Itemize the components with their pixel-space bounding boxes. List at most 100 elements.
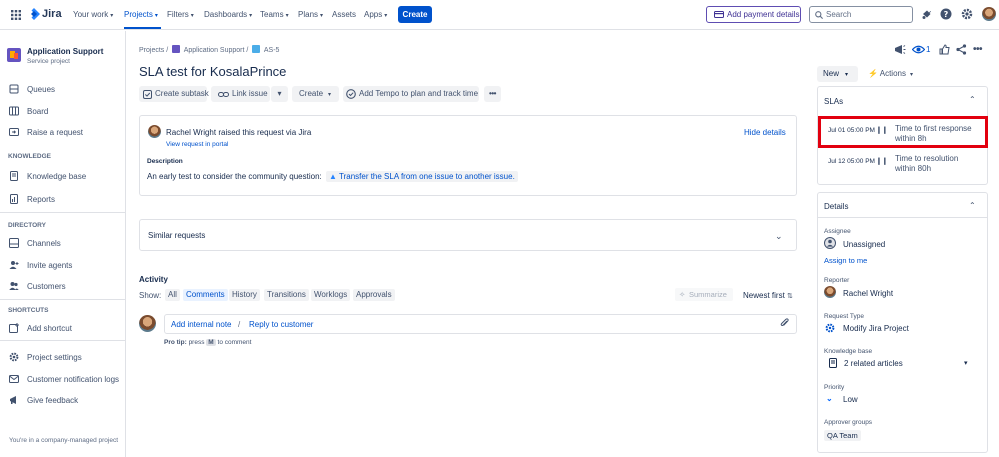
add-tempo-button[interactable]: Add Tempo to plan and track time	[343, 86, 479, 102]
feedback-megaphone-icon[interactable]	[894, 44, 906, 55]
watch-eye-icon[interactable]	[912, 45, 925, 54]
tab-transitions[interactable]: Transitions	[264, 289, 309, 301]
nav-plans[interactable]: Plans ▾	[298, 10, 323, 19]
sidebar-item-invite-agents[interactable]: Invite agents	[27, 261, 72, 270]
approver-group-tag[interactable]: QA Team	[824, 430, 861, 441]
add-internal-note-button[interactable]: Add internal note	[171, 320, 232, 329]
breadcrumb-project[interactable]: Application Support	[184, 47, 245, 54]
settings-gear-icon[interactable]	[961, 8, 973, 20]
pause-icon: ❙❙	[876, 158, 888, 165]
nav-label: Dashboards	[204, 10, 248, 19]
project-avatar[interactable]	[7, 48, 21, 62]
svg-text:?: ?	[944, 10, 949, 19]
jira-logo-icon[interactable]	[28, 8, 40, 21]
chevron-down-icon[interactable]: ⌄	[775, 231, 783, 242]
breadcrumb-projects[interactable]: Projects	[139, 47, 164, 54]
nav-assets[interactable]: Assets	[332, 10, 356, 19]
chevron-up-icon[interactable]: ⌃	[969, 201, 976, 210]
community-question-link[interactable]: ▲ Transfer the SLA from one issue to ano…	[326, 171, 518, 182]
tab-comments[interactable]: Comments	[183, 289, 228, 301]
sidebar-item-customers[interactable]: Customers	[27, 282, 66, 291]
reply-to-customer-button[interactable]: Reply to customer	[249, 320, 313, 329]
create-button[interactable]: Create	[398, 6, 432, 23]
nav-teams[interactable]: Teams ▾	[260, 10, 289, 19]
nav-dashboards[interactable]: Dashboards ▾	[204, 10, 252, 19]
reporter-avatar	[824, 286, 836, 298]
queues-icon	[9, 84, 19, 94]
chevron-down-icon: ▾	[845, 72, 849, 78]
share-icon[interactable]	[956, 44, 967, 55]
sidebar-item-project-settings[interactable]: Project settings	[27, 353, 82, 362]
sla-date: Jul 12 05:00 PM	[828, 158, 875, 165]
chevron-down-icon[interactable]: ▾	[964, 359, 968, 367]
issue-title[interactable]: SLA test for KosalaPrince	[139, 64, 286, 79]
notifications-icon[interactable]	[921, 9, 932, 20]
jira-logo-text[interactable]: Jira	[42, 8, 62, 20]
request-channel: Jira	[298, 128, 312, 137]
project-name[interactable]: Application Support	[27, 47, 103, 56]
breadcrumb-issue[interactable]: AS-5	[264, 47, 280, 54]
sidebar-item-raise-request[interactable]: Raise a request	[27, 128, 83, 137]
assignee-value[interactable]: Unassigned	[843, 240, 885, 249]
priority-value[interactable]: Low	[843, 395, 858, 404]
reporter-value[interactable]: Rachel Wright	[843, 289, 893, 298]
tab-history[interactable]: History	[229, 289, 260, 301]
subtask-icon	[143, 90, 152, 99]
chevron-down-icon: ▾	[328, 92, 332, 98]
more-toolbar-icon[interactable]: •••	[484, 86, 501, 102]
link-issue-button[interactable]: Link issue	[211, 86, 270, 102]
create-subtask-button[interactable]: Create subtask	[139, 86, 209, 102]
request-type-value[interactable]: Modify Jira Project	[843, 324, 909, 333]
details-divider	[817, 217, 988, 218]
search-input[interactable]: Search	[809, 6, 913, 23]
nav-apps[interactable]: Apps ▾	[364, 10, 387, 19]
sidebar-item-queues[interactable]: Queues	[27, 85, 55, 94]
knowledge-base-value[interactable]: 2 related articles	[844, 359, 903, 368]
attachment-paperclip-icon[interactable]	[780, 318, 789, 329]
create-dropdown-button[interactable]: Create ▾	[292, 86, 339, 102]
knowledge-base-icon	[9, 171, 19, 181]
project-avatar-icon	[172, 45, 181, 53]
link-issue-dropdown[interactable]: ▾	[271, 86, 288, 102]
request-type-label: Request Type	[824, 313, 864, 320]
like-thumb-icon[interactable]	[939, 44, 950, 55]
sidebar-item-reports[interactable]: Reports	[27, 195, 55, 204]
nav-filters[interactable]: Filters ▾	[167, 10, 194, 19]
raised-text: raised this request via	[218, 128, 297, 137]
sort-order-label: Newest first	[743, 291, 785, 300]
sidebar-item-notification-logs[interactable]: Customer notification logs	[27, 375, 119, 384]
assign-to-me-link[interactable]: Assign to me	[824, 256, 867, 265]
more-actions-icon[interactable]: •••	[973, 44, 983, 55]
sort-order-button[interactable]: Newest first ⇅	[743, 291, 793, 300]
tab-worklogs[interactable]: Worklogs	[311, 289, 351, 301]
sidebar-item-give-feedback[interactable]: Give feedback	[27, 396, 78, 405]
app-switcher-icon[interactable]	[11, 10, 21, 20]
sla-date: Jul 01 05:00 PM	[828, 127, 875, 134]
tab-approvals[interactable]: Approvals	[353, 289, 395, 301]
credit-card-icon	[714, 11, 724, 18]
sidebar-item-add-shortcut[interactable]: Add shortcut	[27, 324, 72, 333]
nav-projects[interactable]: Projects ▾	[124, 10, 158, 19]
chevron-down-icon: ▾	[320, 13, 324, 19]
user-avatar[interactable]	[982, 7, 996, 21]
chevron-up-icon[interactable]: ⌃	[969, 95, 976, 104]
sidebar-item-channels[interactable]: Channels	[27, 239, 61, 248]
active-nav-indicator	[124, 27, 161, 29]
hide-details-link[interactable]: Hide details	[744, 128, 786, 137]
help-icon[interactable]: ?	[940, 8, 952, 20]
view-portal-link[interactable]: View request in portal	[166, 141, 228, 148]
nav-your-work[interactable]: Your work ▾	[73, 10, 113, 19]
chevron-down-icon: ▾	[909, 72, 913, 78]
nav-label: Plans	[298, 10, 319, 19]
similar-requests-panel[interactable]	[139, 219, 797, 251]
summarize-button[interactable]: ✧ Summarize	[675, 288, 733, 301]
actions-dropdown[interactable]: ⚡ Actions ▾	[868, 69, 913, 78]
add-payment-button[interactable]: Add payment details	[706, 6, 801, 23]
knowledge-base-icon	[829, 358, 837, 368]
status-dropdown[interactable]: New ▾	[817, 66, 858, 82]
sidebar-item-board[interactable]: Board	[27, 107, 48, 116]
description-text: An early test to consider the community …	[147, 171, 518, 182]
reporter-name[interactable]: Rachel Wright	[166, 128, 216, 137]
tab-all[interactable]: All	[165, 289, 180, 301]
sidebar-item-knowledge-base[interactable]: Knowledge base	[27, 172, 86, 181]
